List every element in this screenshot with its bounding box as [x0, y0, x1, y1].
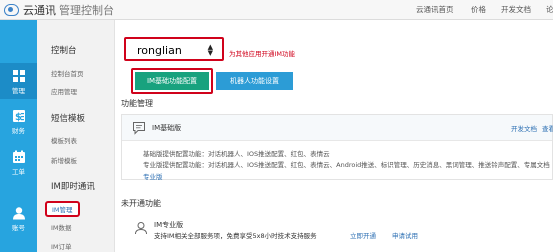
- icon-rail: 管理 $ 财务 工单 账号: [0, 20, 37, 252]
- page: 云通讯 管理控制台 云通讯首页 价格 开发文档 论 管理 $ 财务 工单 账号 …: [0, 0, 553, 252]
- sidebar-item-add-template[interactable]: 新增模板: [51, 155, 77, 165]
- im-basic-card-header: IM基础版 开发文档 查看: [122, 115, 553, 141]
- nav-forum-link[interactable]: 论: [546, 4, 553, 15]
- im-pro-name: IM专业版: [154, 221, 184, 229]
- rail-item-finance[interactable]: $ 财务: [0, 103, 37, 139]
- sidebar-item-template-list[interactable]: 模板列表: [51, 135, 77, 145]
- pro-features-text: 专业版提供配置功能：对话机器人、IOS推送配置、红包、表情云、Android推送…: [143, 161, 550, 169]
- pro-version-link[interactable]: 专业版: [143, 171, 163, 181]
- sidebar-item-im-order[interactable]: IM订单: [51, 241, 72, 251]
- logo-text: 云通讯 管理控制台: [23, 2, 114, 18]
- tab-robot-settings[interactable]: 机器人功能设置: [216, 72, 293, 90]
- open-now-link[interactable]: 立即开通: [350, 230, 376, 240]
- im-basic-card: IM基础版 开发文档 查看 基础版提供配置功能：对话机器人、IOS推送配置、红包…: [121, 114, 553, 181]
- main-content: ronglian ▲ ▼ 为其他应用开通IM功能 IM基础功能配置 机器人功能设置…: [116, 20, 553, 252]
- im-pro-desc: 支持IM相关全部服务项，免费享受5x8小时技术支持服务: [154, 232, 317, 240]
- unopened-functions-title: 未开通功能: [121, 199, 161, 208]
- apply-trial-link[interactable]: 申请试用: [392, 230, 418, 240]
- nav-price-link[interactable]: 价格: [471, 4, 486, 15]
- user-profile-icon: [135, 222, 147, 235]
- function-manage-title: 功能管理: [121, 99, 153, 108]
- calendar-icon: [12, 150, 25, 163]
- basic-features-text: 基础版提供配置功能：对话机器人、IOS推送配置、红包、表情云: [143, 150, 330, 158]
- open-im-hint-link[interactable]: 为其他应用开通IM功能: [229, 48, 295, 58]
- sidebar-group-console: 控制台: [51, 46, 77, 56]
- cloud-logo-icon: [4, 4, 19, 16]
- rail-label-ticket: 工单: [12, 168, 25, 176]
- logo-title: 云通讯: [23, 4, 56, 17]
- sidebar: 控制台 控制台首页 应用管理 短信模板 模板列表 新增模板 IM即时通讯 IM管…: [37, 20, 115, 252]
- im-basic-name: IM基础版: [152, 124, 182, 132]
- sidebar-item-app-manage[interactable]: 应用管理: [51, 86, 77, 96]
- select-arrows-icon: ▲ ▼: [207, 43, 213, 57]
- logo[interactable]: 云通讯 管理控制台: [4, 2, 114, 18]
- svg-text:$: $: [15, 112, 22, 123]
- logo-subtitle: 管理控制台: [59, 4, 114, 17]
- rail-item-ticket[interactable]: 工单: [0, 144, 37, 180]
- sidebar-item-im-manage[interactable]: IM管理: [45, 201, 80, 217]
- rail-label-finance: 财务: [12, 127, 25, 135]
- sidebar-group-sms: 短信模板: [51, 114, 86, 124]
- grid-icon: [12, 70, 25, 82]
- finance-icon: $: [12, 110, 25, 123]
- rail-label-account: 账号: [12, 224, 25, 232]
- sidebar-group-im: IM即时通讯: [51, 182, 95, 192]
- dev-docs-link[interactable]: 开发文档: [511, 123, 537, 133]
- sidebar-item-im-data[interactable]: IM数据: [51, 222, 72, 232]
- rail-item-manage[interactable]: 管理: [0, 63, 37, 99]
- nav-home-link[interactable]: 云通讯首页: [416, 4, 454, 15]
- view-link[interactable]: 查看: [542, 123, 553, 133]
- rail-item-account[interactable]: 账号: [0, 200, 37, 236]
- sidebar-item-console-home[interactable]: 控制台首页: [51, 68, 84, 78]
- app-select-value: ronglian: [137, 44, 182, 57]
- chat-icon: [133, 122, 145, 135]
- rail-label-manage: 管理: [12, 87, 25, 95]
- user-icon: [12, 207, 25, 220]
- tab-im-basic-config[interactable]: IM基础功能配置: [135, 72, 209, 90]
- top-header: 云通讯 管理控制台 云通讯首页 价格 开发文档 论: [0, 0, 553, 20]
- nav-docs-link[interactable]: 开发文档: [501, 4, 531, 15]
- app-select[interactable]: ronglian ▲ ▼: [124, 37, 224, 61]
